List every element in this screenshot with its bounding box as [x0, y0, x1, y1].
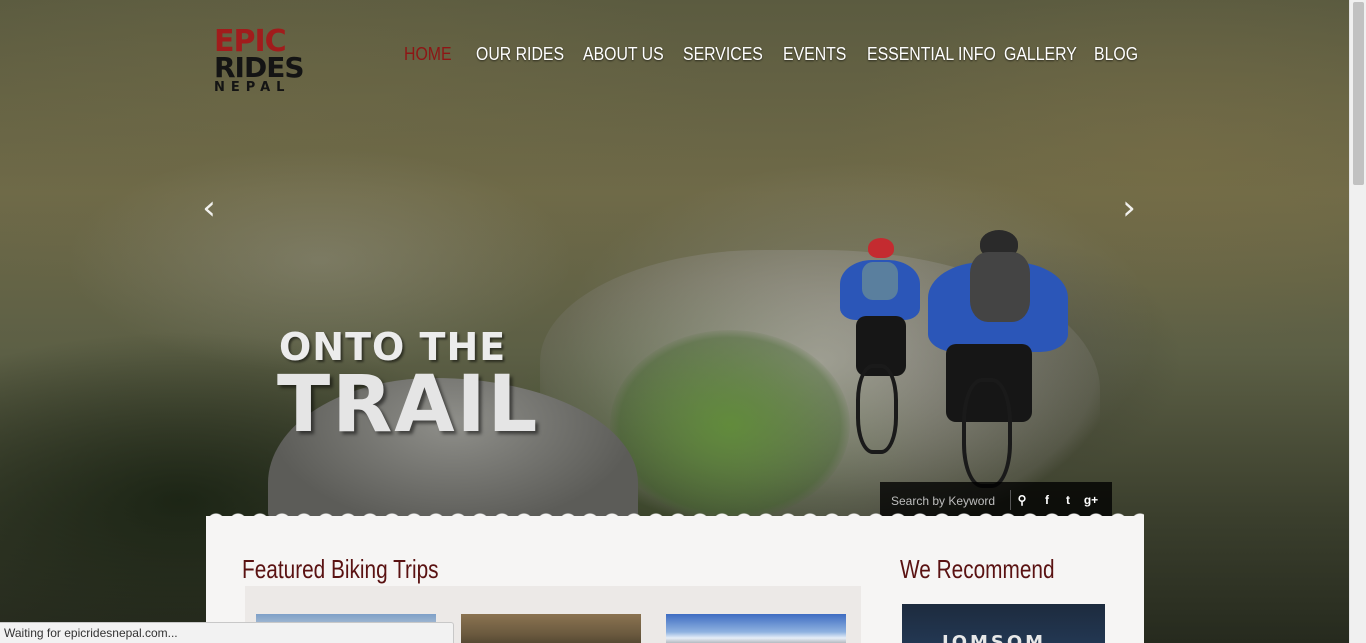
rider-right	[928, 228, 1068, 488]
slide-caption-main: TRAIL	[277, 360, 540, 450]
featured-trips-heading: Featured Biking Trips	[242, 554, 439, 584]
torn-edge	[206, 510, 1144, 522]
nav-our-rides[interactable]: OUR RIDES	[476, 44, 564, 65]
nav-gallery[interactable]: GALLERY	[1004, 44, 1077, 65]
recommend-banner[interactable]: JOMSOM	[902, 604, 1105, 643]
google-plus-icon[interactable]: g+	[1083, 492, 1099, 508]
nav-home[interactable]: HOME	[404, 44, 452, 65]
scrollbar-thumb[interactable]	[1353, 2, 1364, 185]
chevron-left-icon[interactable]: ‹	[196, 191, 222, 225]
nav-services[interactable]: SERVICES	[683, 44, 763, 65]
recommend-banner-text: JOMSOM	[942, 632, 1047, 643]
browser-status-bar: Waiting for epicridesnepal.com...	[0, 622, 454, 643]
we-recommend-heading: We Recommend	[900, 554, 1055, 584]
facebook-icon[interactable]: f	[1039, 492, 1055, 508]
page-scrollbar[interactable]	[1349, 0, 1366, 643]
search-divider	[1010, 490, 1011, 510]
trip-thumbnail[interactable]	[666, 614, 846, 643]
chevron-right-icon[interactable]: ›	[1116, 191, 1142, 225]
ferns	[610, 330, 850, 520]
twitter-icon[interactable]: t	[1060, 492, 1076, 508]
rider-left	[830, 236, 930, 456]
search-icon[interactable]: ⚲	[1014, 492, 1030, 508]
site-logo[interactable]: EPIC RIDES NEPAL	[214, 27, 310, 107]
nav-events[interactable]: EVENTS	[783, 44, 846, 65]
trip-thumbnail[interactable]	[461, 614, 641, 643]
nav-essential-info[interactable]: ESSENTIAL INFO	[867, 44, 996, 65]
logo-line-rides: RIDES	[214, 51, 305, 84]
nav-about-us[interactable]: ABOUT US	[583, 44, 664, 65]
nav-blog[interactable]: BLOG	[1094, 44, 1138, 65]
